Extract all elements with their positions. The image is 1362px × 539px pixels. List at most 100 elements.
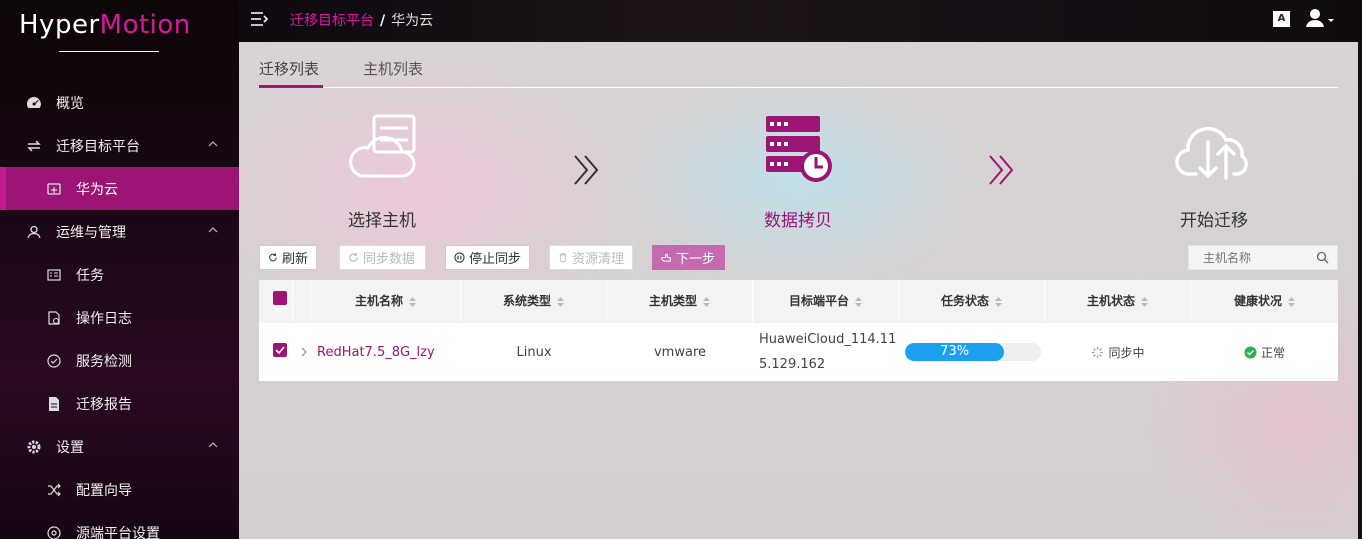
language-icon[interactable]: A (1273, 11, 1290, 27)
select-all-checkbox[interactable] (273, 291, 287, 314)
dashboard-icon (26, 95, 42, 111)
check-circle-icon (1244, 346, 1257, 358)
column-host-type[interactable]: 主机类型 (607, 280, 753, 323)
step-arrow-icon (574, 155, 599, 185)
sort-icon (995, 296, 1002, 307)
sidebar-item-settings[interactable]: 设置 (0, 425, 239, 468)
sidebar-item-label: 迁移目标平台 (56, 138, 140, 155)
sidebar-item-label: 迁移报告 (76, 396, 132, 413)
refresh-button[interactable]: 刷新 (259, 245, 317, 270)
column-task-status[interactable]: 任务状态 (899, 280, 1045, 323)
next-step-button[interactable]: 下一步 (652, 245, 725, 270)
top-bar: 迁移目标平台 / 华为云 A (239, 0, 1362, 42)
breadcrumb: 迁移目标平台 / 华为云 (290, 10, 433, 30)
chevron-up-icon (208, 141, 218, 147)
gear-icon (26, 439, 42, 455)
sidebar-item-logs[interactable]: 操作日志 (0, 296, 239, 339)
sidebar-item-config-wizard[interactable]: 配置向导 (0, 468, 239, 511)
sort-icon (1288, 296, 1295, 307)
user-menu-icon[interactable] (1305, 8, 1339, 28)
target-line-1: HuaweiCloud_114.11 (759, 332, 897, 347)
stop-sync-button[interactable]: 停止同步 (445, 245, 530, 270)
host-search (1188, 245, 1338, 270)
transfer-icon (26, 138, 42, 154)
step-label: 开始迁移 (1180, 211, 1248, 231)
sort-icon (557, 296, 564, 307)
cell-os-type: Linux (516, 344, 552, 360)
refresh-icon (269, 253, 277, 262)
target-icon (46, 525, 62, 539)
row-checkbox[interactable] (273, 343, 287, 357)
column-health[interactable]: 健康状况 (1191, 280, 1338, 323)
sidebar-item-label: 运维与管理 (56, 224, 126, 241)
sort-icon (703, 296, 710, 307)
sidebar-item-overview[interactable]: 概览 (0, 81, 239, 124)
sidebar-item-tasks[interactable]: 任务 (0, 253, 239, 296)
pause-icon (454, 252, 465, 263)
menu-toggle-icon[interactable] (250, 10, 268, 28)
column-target-platform[interactable]: 目标端平台 (753, 280, 899, 323)
migration-table: 主机名称 系统类型 主机类型 目标端平台 任务状态 主机状态 健康状况 RedH… (259, 280, 1338, 381)
sidebar-item-source-settings[interactable]: 源端平台设置 (0, 511, 239, 539)
log-icon (46, 310, 62, 326)
main-content: 迁移列表 主机列表 选择主机 数据拷贝 开始迁移 刷新 同步数据 停止同步 资源… (239, 42, 1358, 539)
column-os-type[interactable]: 系统类型 (461, 280, 607, 323)
task-icon (46, 267, 62, 283)
report-icon (46, 396, 62, 412)
check-icon (46, 353, 62, 369)
step-data-copy: 数据拷贝 (758, 110, 838, 231)
progress-text: 73% (940, 344, 970, 359)
hand-pointer-icon (661, 253, 671, 262)
user-icon (26, 224, 42, 240)
chevron-up-icon (208, 442, 218, 448)
sort-icon (855, 296, 862, 307)
sidebar-item-service-check[interactable]: 服务检测 (0, 339, 239, 382)
app-logo[interactable]: HyperMotion (19, 10, 190, 52)
breadcrumb-parent[interactable]: 迁移目标平台 (290, 13, 374, 29)
breadcrumb-separator: / (380, 13, 386, 29)
target-line-2: 5.129.162 (759, 357, 826, 372)
sidebar-item-huawei-cloud[interactable]: 华为云 (0, 167, 239, 210)
sidebar-item-label: 概览 (56, 95, 84, 112)
sort-icon (409, 296, 416, 307)
step-start-migration: 开始迁移 (1174, 110, 1254, 231)
page-scrollbar[interactable] (1358, 42, 1362, 539)
column-host-name[interactable]: 主机名称 (311, 280, 461, 323)
sidebar: HyperMotion 概览 迁移目标平台 华为云 运维与管理 任务 操作日志 (0, 0, 239, 539)
tab-bar: 迁移列表 主机列表 (259, 58, 1338, 88)
sidebar-item-ops[interactable]: 运维与管理 (0, 210, 239, 253)
sync-icon (349, 252, 358, 262)
trash-icon (559, 253, 567, 263)
tab-host-list[interactable]: 主机列表 (363, 58, 433, 88)
cell-health: 正常 (1191, 323, 1338, 381)
chevron-up-icon (208, 227, 218, 233)
sidebar-item-migration-target[interactable]: 迁移目标平台 (0, 124, 239, 167)
sidebar-item-label: 服务检测 (76, 353, 132, 370)
table-header: 主机名称 系统类型 主机类型 目标端平台 任务状态 主机状态 健康状况 (259, 280, 1338, 323)
sync-data-button[interactable]: 同步数据 (339, 245, 426, 270)
search-icon[interactable] (1316, 251, 1329, 264)
sidebar-item-label: 配置向导 (76, 482, 132, 499)
logo-underline (59, 51, 159, 52)
sidebar-item-report[interactable]: 迁移报告 (0, 382, 239, 425)
cloud-transfer-icon (1175, 126, 1248, 180)
resource-cleanup-button[interactable]: 资源清理 (549, 245, 633, 270)
search-input[interactable] (1189, 246, 1309, 269)
sidebar-item-label: 华为云 (76, 181, 118, 198)
host-name-link[interactable]: RedHat7.5_8G_lzy (317, 345, 435, 360)
tab-migration-list[interactable]: 迁移列表 (259, 58, 323, 88)
cell-host-name: RedHat7.5_8G_lzy (317, 323, 457, 381)
cell-host-status: 同步中 (1045, 323, 1191, 381)
sidebar-item-label: 操作日志 (76, 310, 132, 327)
step-select-host: 选择主机 (342, 110, 422, 231)
breadcrumb-current: 华为云 (391, 13, 434, 29)
sidebar-item-label: 设置 (56, 439, 84, 456)
shuffle-icon (46, 482, 62, 498)
column-host-status[interactable]: 主机状态 (1045, 280, 1191, 323)
expand-row-icon[interactable] (300, 347, 308, 357)
header-select-cell (259, 280, 293, 323)
step-label: 数据拷贝 (764, 211, 832, 231)
cloud-box-icon (46, 181, 62, 197)
cloud-server-icon (349, 114, 416, 178)
sort-icon (1141, 296, 1148, 307)
